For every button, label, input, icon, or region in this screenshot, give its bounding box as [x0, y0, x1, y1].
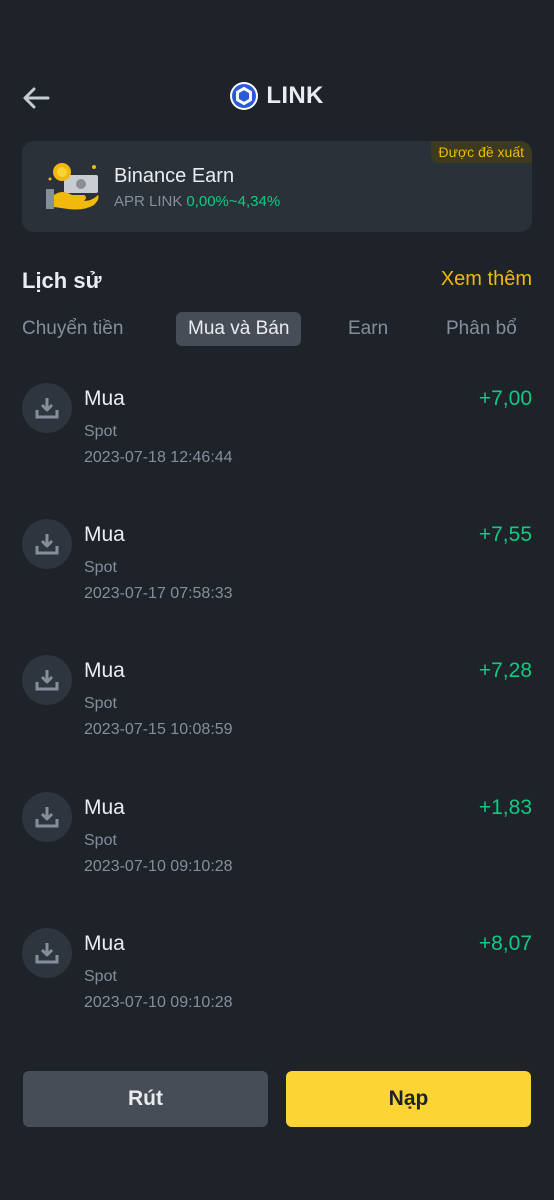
- tx-icon-wrap: [22, 383, 72, 433]
- tx-type: Mua: [84, 796, 125, 819]
- tx-icon-wrap: [22, 519, 72, 569]
- transaction-row[interactable]: Mua Spot 2023-07-10 09:10:28 +8,07: [0, 928, 554, 1038]
- tx-icon-wrap: [22, 792, 72, 842]
- tx-icon-wrap: [22, 928, 72, 978]
- tx-amount: +1,83: [478, 796, 532, 819]
- withdraw-button[interactable]: Rút: [23, 1071, 268, 1127]
- transaction-row[interactable]: Mua Spot 2023-07-15 10:08:59 +7,28: [0, 655, 554, 765]
- earn-title: Binance Earn: [114, 165, 235, 187]
- tx-date: 2023-07-10 09:10:28: [84, 858, 233, 875]
- transaction-row[interactable]: Mua Spot 2023-07-17 07:58:33 +7,55: [0, 519, 554, 629]
- download-icon: [35, 807, 59, 828]
- download-icon: [35, 943, 59, 964]
- earn-apr: APR LINK 0,00%~4,34%: [114, 193, 280, 210]
- download-icon: [35, 398, 59, 419]
- tx-date: 2023-07-17 07:58:33: [84, 585, 233, 602]
- tx-date: 2023-07-10 09:10:28: [84, 994, 233, 1011]
- tab-buy-sell[interactable]: Mua và Bán: [176, 312, 302, 346]
- transaction-row[interactable]: Mua Spot 2023-07-18 12:46:44 +7,00: [0, 383, 554, 493]
- binance-earn-card[interactable]: Được đề xuất Binance Earn APR LINK 0,00%~…: [22, 141, 532, 232]
- tx-amount: +7,28: [478, 659, 532, 682]
- history-heading: Lịch sử: [22, 268, 102, 293]
- tx-icon-wrap: [22, 655, 72, 705]
- tx-account: Spot: [84, 695, 117, 712]
- tx-account: Spot: [84, 559, 117, 576]
- tx-amount: +7,55: [478, 523, 532, 546]
- title-group: LINK: [0, 82, 554, 110]
- recommended-badge: Được đề xuất: [430, 141, 532, 163]
- see-more-link[interactable]: Xem thêm: [441, 268, 532, 291]
- tx-account: Spot: [84, 423, 117, 440]
- tab-distribution[interactable]: Phân bổ: [446, 312, 517, 346]
- apr-label: APR LINK: [114, 193, 183, 210]
- transaction-row[interactable]: Mua Spot 2023-07-10 09:10:28 +1,83: [0, 792, 554, 902]
- tx-amount: +8,07: [478, 932, 532, 955]
- download-icon: [35, 534, 59, 555]
- tx-amount: +7,00: [478, 387, 532, 410]
- chainlink-logo-icon: [230, 82, 259, 110]
- tx-type: Mua: [84, 387, 125, 410]
- page-title: LINK: [266, 82, 324, 109]
- tx-date: 2023-07-15 10:08:59: [84, 721, 233, 738]
- tx-type: Mua: [84, 659, 125, 682]
- top-bar: LINK: [0, 70, 554, 126]
- apr-rate: 0,00%~4,34%: [186, 193, 281, 210]
- history-tabs: Chuyển tiền Mua và Bán Earn Phân bổ: [0, 312, 554, 348]
- tab-transfer[interactable]: Chuyển tiền: [22, 312, 123, 346]
- coin-in-hand-icon: [46, 163, 99, 210]
- tx-account: Spot: [84, 832, 117, 849]
- deposit-button[interactable]: Nạp: [286, 1071, 531, 1127]
- tx-type: Mua: [84, 523, 125, 546]
- download-icon: [35, 670, 59, 691]
- tx-type: Mua: [84, 932, 125, 955]
- tx-date: 2023-07-18 12:46:44: [84, 449, 233, 466]
- tx-account: Spot: [84, 968, 117, 985]
- tab-earn[interactable]: Earn: [348, 312, 388, 346]
